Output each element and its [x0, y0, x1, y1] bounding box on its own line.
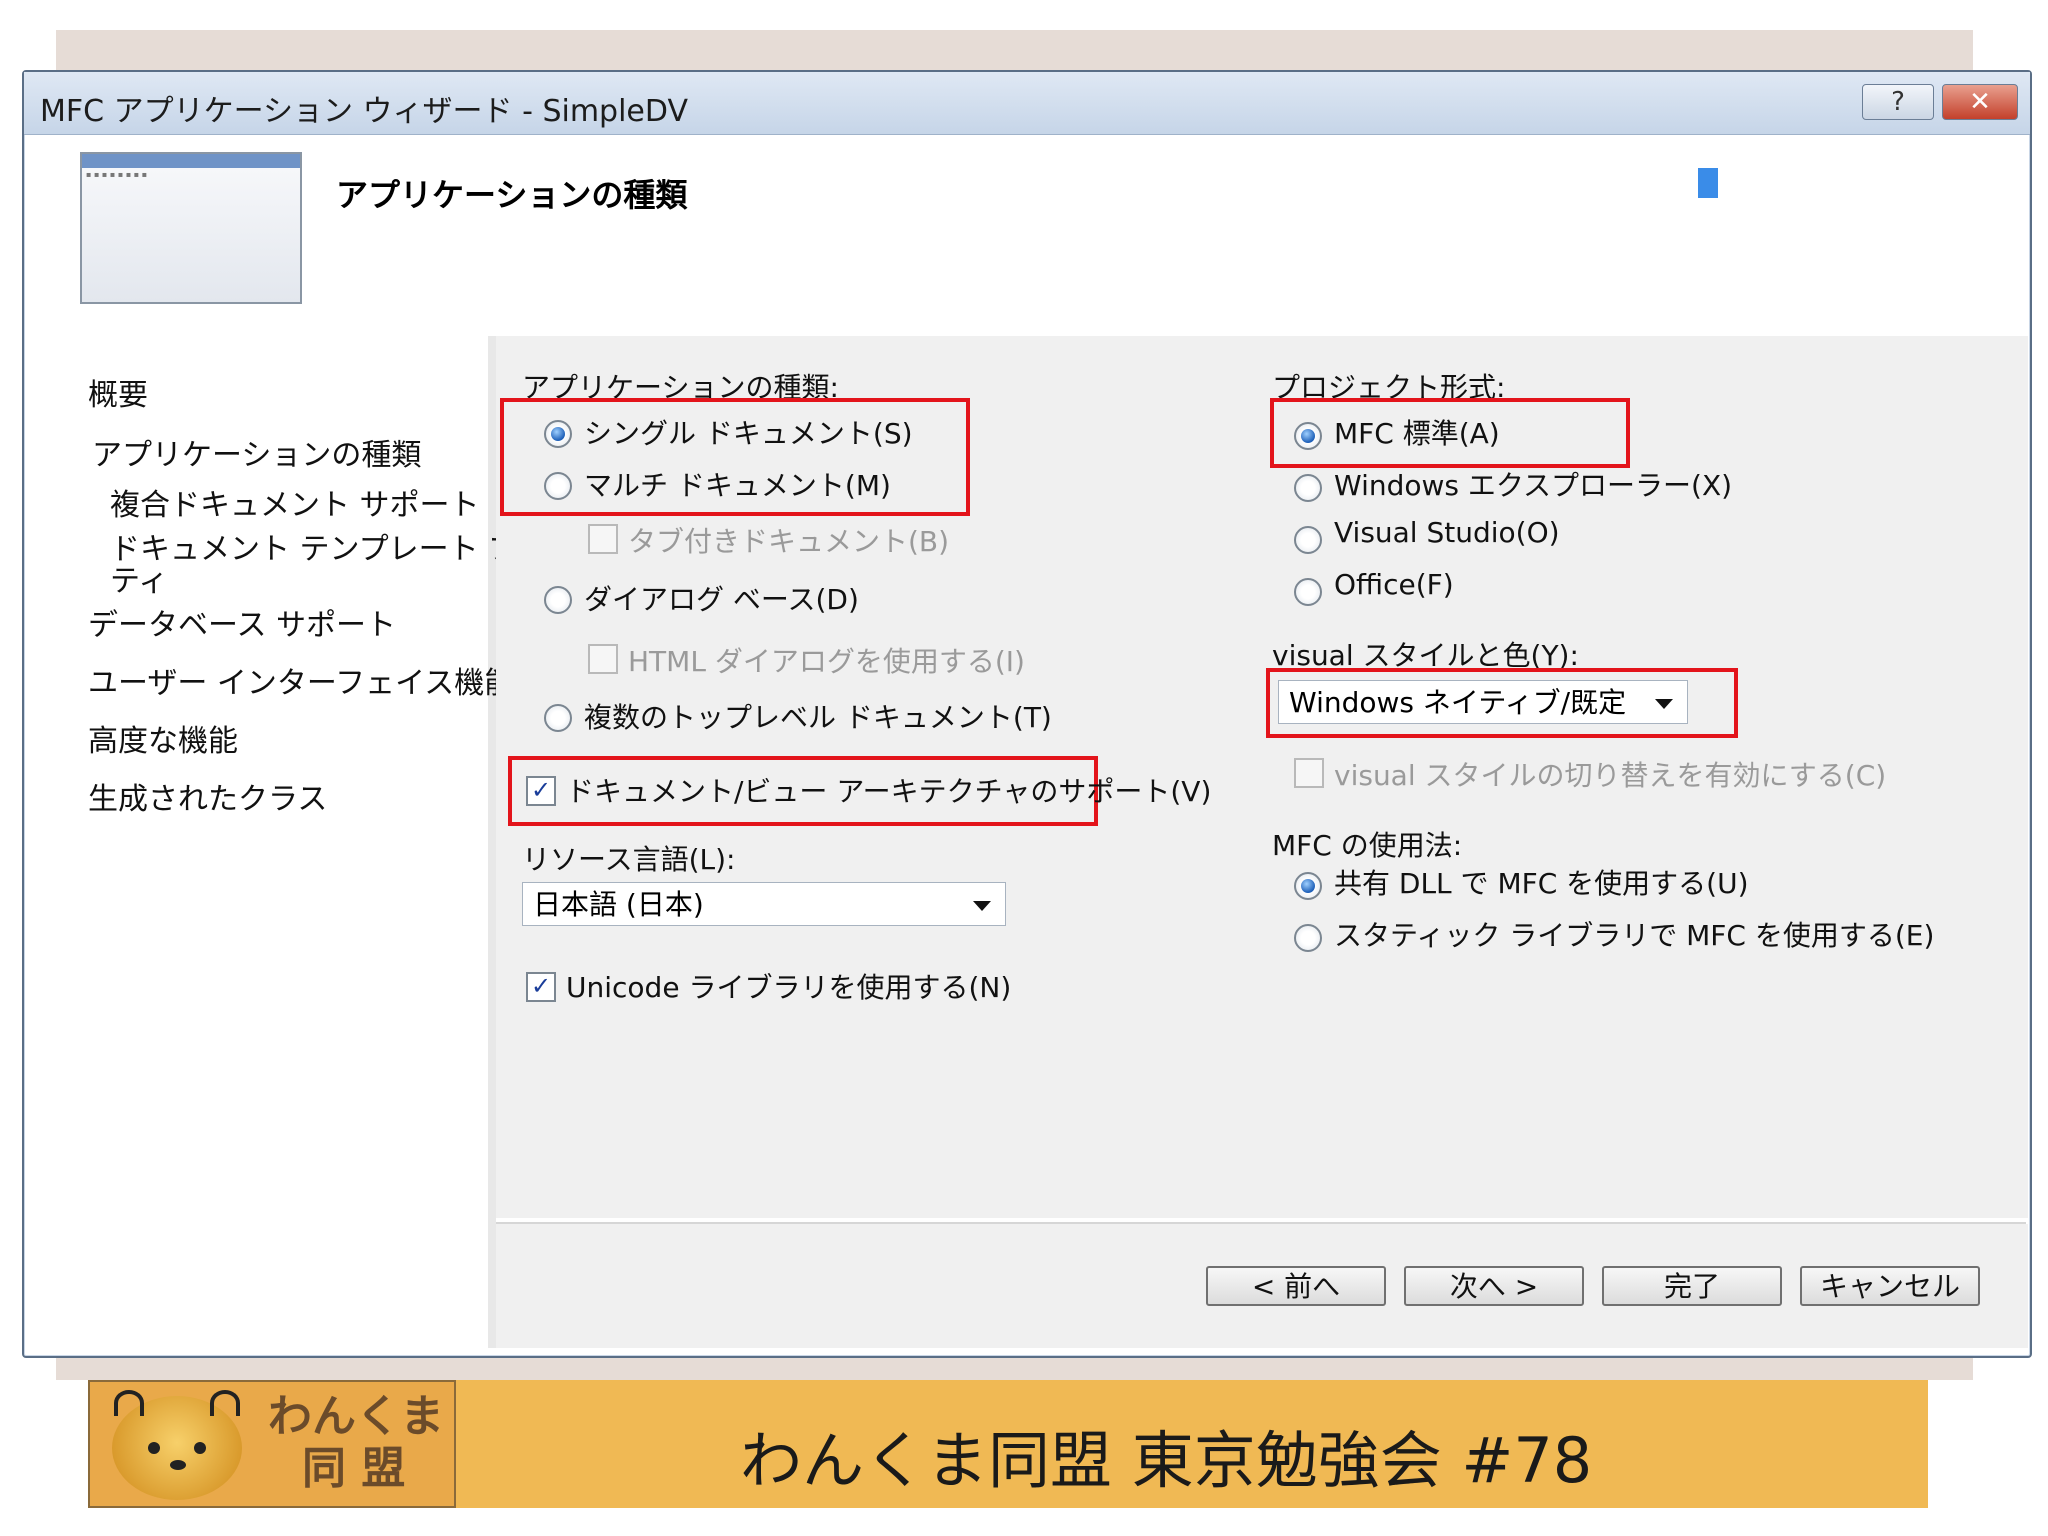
windows-explorer-radio[interactable]: [1294, 474, 1322, 502]
html-dialog-label[interactable]: HTML ダイアログを使用する(I): [628, 640, 1025, 680]
office-label[interactable]: Office(F): [1334, 568, 1454, 601]
wankuma-logo: わんくま 同 盟: [88, 1380, 456, 1508]
prev-button[interactable]: < 前へ: [1206, 1266, 1386, 1306]
multi-doc-label[interactable]: マルチ ドキュメント(M): [584, 464, 891, 504]
chevron-down-icon: [973, 901, 991, 911]
wizard-window: MFC アプリケーション ウィザード - SimpleDV ? ✕ ▪ ▪ ▪ …: [22, 70, 2032, 1358]
close-button[interactable]: ✕: [1942, 84, 2018, 120]
windows-explorer-label[interactable]: Windows エクスプローラー(X): [1334, 464, 1732, 504]
wizard-header: ▪ ▪ ▪ ▪ ▪ ▪ ▪ ▪ アプリケーションの種類: [26, 136, 2026, 332]
resource-lang-label: リソース言語(L):: [522, 843, 736, 876]
help-button[interactable]: ?: [1862, 84, 1934, 120]
chevron-down-icon: [1655, 699, 1673, 709]
bear-eye-right: [194, 1442, 206, 1454]
doc-view-label[interactable]: ドキュメント/ビュー アーキテクチャのサポート(V): [566, 770, 1211, 810]
multi-toplevel-label[interactable]: 複数のトップレベル ドキュメント(T): [584, 696, 1052, 736]
cancel-button[interactable]: キャンセル: [1800, 1266, 1980, 1306]
logo-line2: 同 盟: [302, 1443, 406, 1494]
dialog-based-label[interactable]: ダイアログ ベース(D): [584, 578, 859, 618]
nav-item-ui-features[interactable]: ユーザー インターフェイス機能: [88, 658, 514, 702]
nav-item-database[interactable]: データベース サポート: [88, 600, 396, 644]
bear-nose: [170, 1460, 186, 1470]
bear-ear-right: [210, 1390, 240, 1416]
shared-dll-radio[interactable]: [1294, 872, 1322, 900]
unicode-checkbox[interactable]: ✓: [526, 972, 556, 1002]
multi-toplevel-radio[interactable]: [544, 704, 572, 732]
visual-studio-label[interactable]: Visual Studio(O): [1334, 516, 1560, 549]
nav-item-compound-doc[interactable]: 複合ドキュメント サポート: [110, 480, 480, 524]
html-dialog-checkbox[interactable]: [588, 644, 618, 674]
visual-studio-radio[interactable]: [1294, 526, 1322, 554]
multi-doc-radio[interactable]: [544, 472, 572, 500]
enable-switch-label[interactable]: visual スタイルの切り替えを有効にする(C): [1334, 754, 1886, 794]
unicode-label[interactable]: Unicode ライブラリを使用する(N): [566, 966, 1011, 1006]
mfc-usage-label: MFC の使用法:: [1272, 829, 1463, 862]
finish-button[interactable]: 完了: [1602, 1266, 1782, 1306]
next-button[interactable]: 次へ >: [1404, 1266, 1584, 1306]
bear-eye-left: [148, 1442, 160, 1454]
nav-item-overview[interactable]: 概要: [88, 370, 148, 414]
visual-style-value: Windows ネイティブ/既定: [1289, 686, 1627, 719]
shared-dll-label[interactable]: 共有 DLL で MFC を使用する(U): [1334, 862, 1749, 902]
tabbed-doc-label[interactable]: タブ付きドキュメント(B): [628, 520, 949, 560]
nav-item-generated-classes[interactable]: 生成されたクラス: [88, 774, 327, 818]
tabbed-doc-checkbox[interactable]: [588, 524, 618, 554]
visual-style-select[interactable]: Windows ネイティブ/既定: [1278, 680, 1688, 724]
nav-pane: 概要 アプリケーションの種類 複合ドキュメント サポート ドキュメント テンプレ…: [26, 336, 578, 1348]
bear-icon: [112, 1390, 242, 1500]
page-title: アプリケーションの種類: [336, 176, 688, 214]
resource-lang-value: 日本語 (日本): [533, 888, 704, 921]
blue-marker: [1698, 168, 1718, 198]
bear-ear-left: [114, 1390, 144, 1416]
dialog-based-radio[interactable]: [544, 586, 572, 614]
nav-item-app-type[interactable]: アプリケーションの種類: [92, 430, 421, 474]
app-preview-thumbnail: ▪ ▪ ▪ ▪ ▪ ▪ ▪ ▪: [80, 152, 302, 304]
mfc-standard-label[interactable]: MFC 標準(A): [1334, 412, 1500, 452]
window-title: MFC アプリケーション ウィザード - SimpleDV: [40, 94, 688, 129]
single-doc-radio[interactable]: [544, 420, 572, 448]
footer-title: わんくま同盟 東京勉強会 #78: [740, 1424, 1593, 1497]
enable-switch-checkbox[interactable]: [1294, 758, 1324, 788]
single-doc-label[interactable]: シングル ドキュメント(S): [584, 412, 913, 452]
static-lib-radio[interactable]: [1294, 924, 1322, 952]
logo-line1: わんくま: [268, 1391, 444, 1442]
doc-view-checkbox[interactable]: ✓: [526, 776, 556, 806]
mfc-standard-radio[interactable]: [1294, 422, 1322, 450]
nav-item-doc-template-cont[interactable]: ティ: [110, 556, 168, 600]
resource-lang-select[interactable]: 日本語 (日本): [522, 882, 1006, 926]
thumbnail-menu: ▪ ▪ ▪ ▪ ▪ ▪ ▪ ▪: [86, 170, 148, 179]
title-bar[interactable]: MFC アプリケーション ウィザード - SimpleDV ? ✕: [24, 72, 2030, 135]
thumbnail-titlebar: [82, 154, 300, 168]
office-radio[interactable]: [1294, 578, 1322, 606]
nav-item-advanced[interactable]: 高度な機能: [88, 716, 238, 760]
static-lib-label[interactable]: スタティック ライブラリで MFC を使用する(E): [1334, 914, 1934, 954]
